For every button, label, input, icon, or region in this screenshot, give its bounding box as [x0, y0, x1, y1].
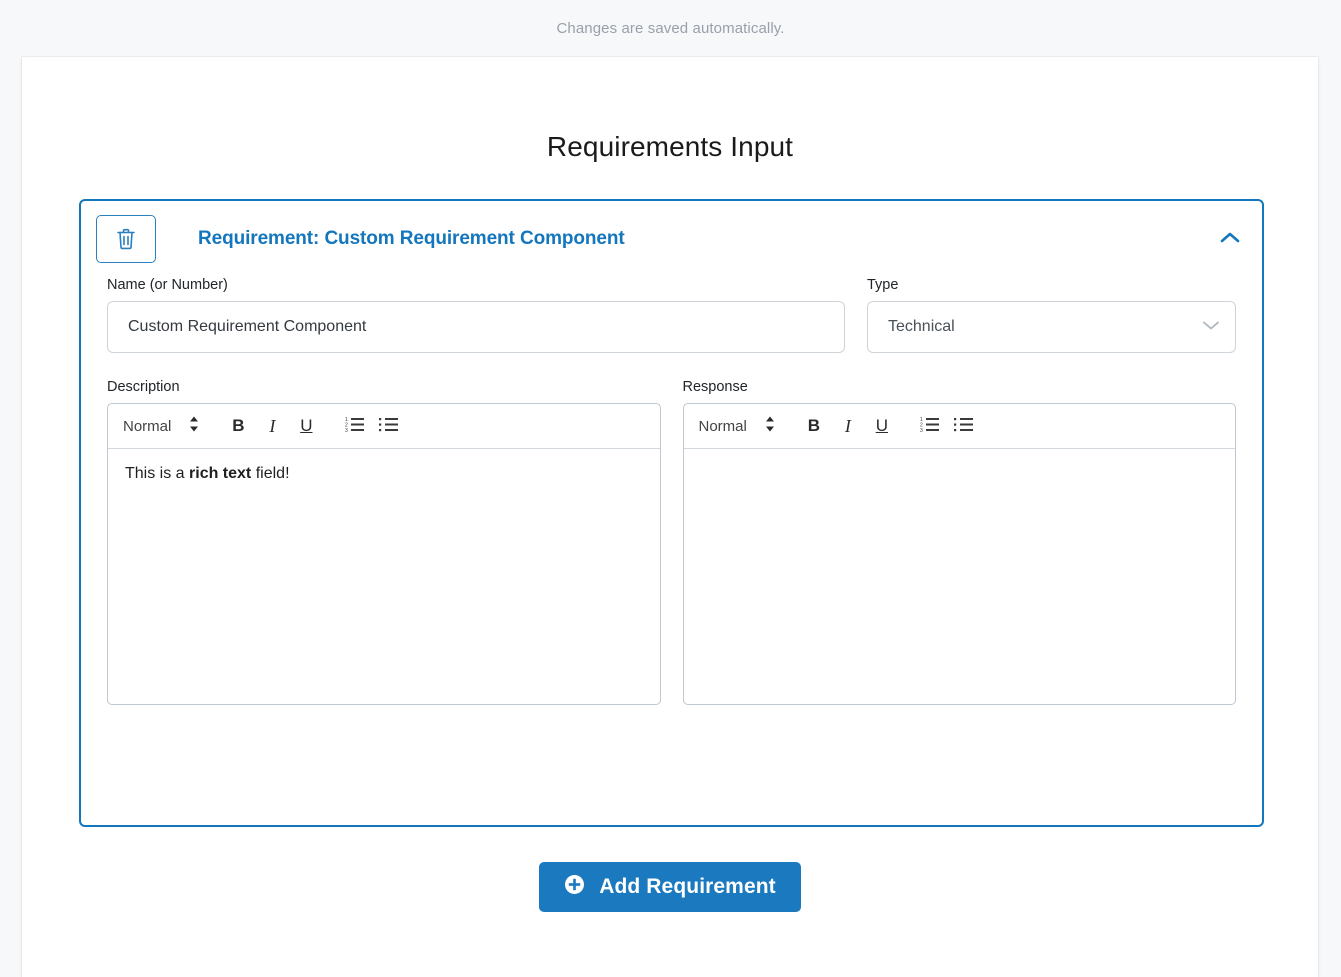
delete-requirement-button[interactable] [96, 215, 156, 263]
name-field-group: Name (or Number) [107, 277, 845, 353]
response-editor: Normal B I U 1 2 3 [682, 403, 1236, 705]
requirement-title: Requirement: Custom Requirement Componen… [198, 228, 625, 249]
response-label: Response [682, 379, 748, 395]
trash-icon [115, 227, 137, 251]
type-field-group: Type Technical [867, 277, 1236, 353]
add-requirement-button[interactable]: Add Requirement [539, 862, 801, 912]
description-ordered-list-button[interactable]: 1 2 3 [337, 411, 371, 441]
chevron-up-icon [1220, 231, 1240, 247]
ordered-list-icon: 1 2 3 [920, 416, 940, 437]
description-input[interactable]: This is a rich text field! [108, 449, 660, 704]
description-label: Description [107, 379, 180, 395]
editors-row: Description Normal B I U 1 2 3 This is a… [81, 379, 1262, 705]
description-underline-button[interactable]: U [289, 411, 323, 441]
response-format-label: Normal [698, 417, 747, 435]
response-underline-button[interactable]: U [865, 411, 899, 441]
response-bullet-list-button[interactable] [947, 411, 981, 441]
plus-circle-icon [564, 874, 585, 901]
description-text-prefix: This is a [125, 465, 190, 482]
name-type-row: Name (or Number) Type Technical [81, 277, 1262, 353]
response-bold-button[interactable]: B [797, 411, 831, 441]
response-italic-button[interactable]: I [831, 411, 865, 441]
bullet-list-icon [378, 416, 398, 437]
response-ordered-list-button[interactable]: 1 2 3 [913, 411, 947, 441]
add-requirement-label: Add Requirement [599, 875, 776, 898]
description-editor: Normal B I U 1 2 3 This is a rich text f… [107, 403, 661, 705]
response-field-group: Response Normal B I U 1 2 3 [682, 379, 1236, 705]
autosave-bar: Changes are saved automatically. [0, 0, 1341, 57]
description-bold-button[interactable]: B [221, 411, 255, 441]
page-panel: Requirements Input Requirement: Custom R… [22, 57, 1318, 977]
page-title: Requirements Input [546, 131, 794, 162]
description-field-group: Description Normal B I U 1 2 3 This is a… [107, 379, 661, 705]
updown-caret-icon [189, 416, 199, 437]
ordered-list-icon: 1 2 3 [345, 416, 364, 437]
name-field-label: Name (or Number) [107, 277, 228, 293]
autosave-message: Changes are saved automatically. [556, 20, 785, 37]
response-toolbar: Normal B I U 1 2 3 [683, 404, 1235, 449]
type-field-label: Type [867, 277, 899, 293]
description-format-label: Normal [123, 417, 172, 435]
requirement-card-header: Requirement: Custom Requirement Componen… [81, 201, 1262, 277]
requirement-card: Requirement: Custom Requirement Componen… [79, 199, 1264, 827]
response-format-select[interactable]: Normal [699, 416, 775, 437]
description-format-select[interactable]: Normal [123, 416, 199, 437]
description-bullet-list-button[interactable] [371, 411, 405, 441]
svg-text:3: 3 [345, 428, 348, 432]
add-requirement-wrap: Add Requirement [22, 862, 1318, 912]
collapse-requirement-button[interactable] [1214, 223, 1246, 255]
updown-caret-icon [765, 416, 775, 437]
description-italic-button[interactable]: I [255, 411, 289, 441]
response-input[interactable] [684, 449, 1236, 704]
description-text-suffix: field! [251, 465, 290, 482]
type-select-value: Technical [888, 318, 955, 335]
description-toolbar: Normal B I U 1 2 3 [108, 404, 660, 449]
type-select[interactable]: Technical [867, 301, 1236, 353]
name-input[interactable] [107, 301, 845, 353]
description-text-bold: rich text [189, 465, 252, 482]
bullet-list-icon [954, 416, 974, 437]
svg-text:3: 3 [920, 428, 923, 432]
